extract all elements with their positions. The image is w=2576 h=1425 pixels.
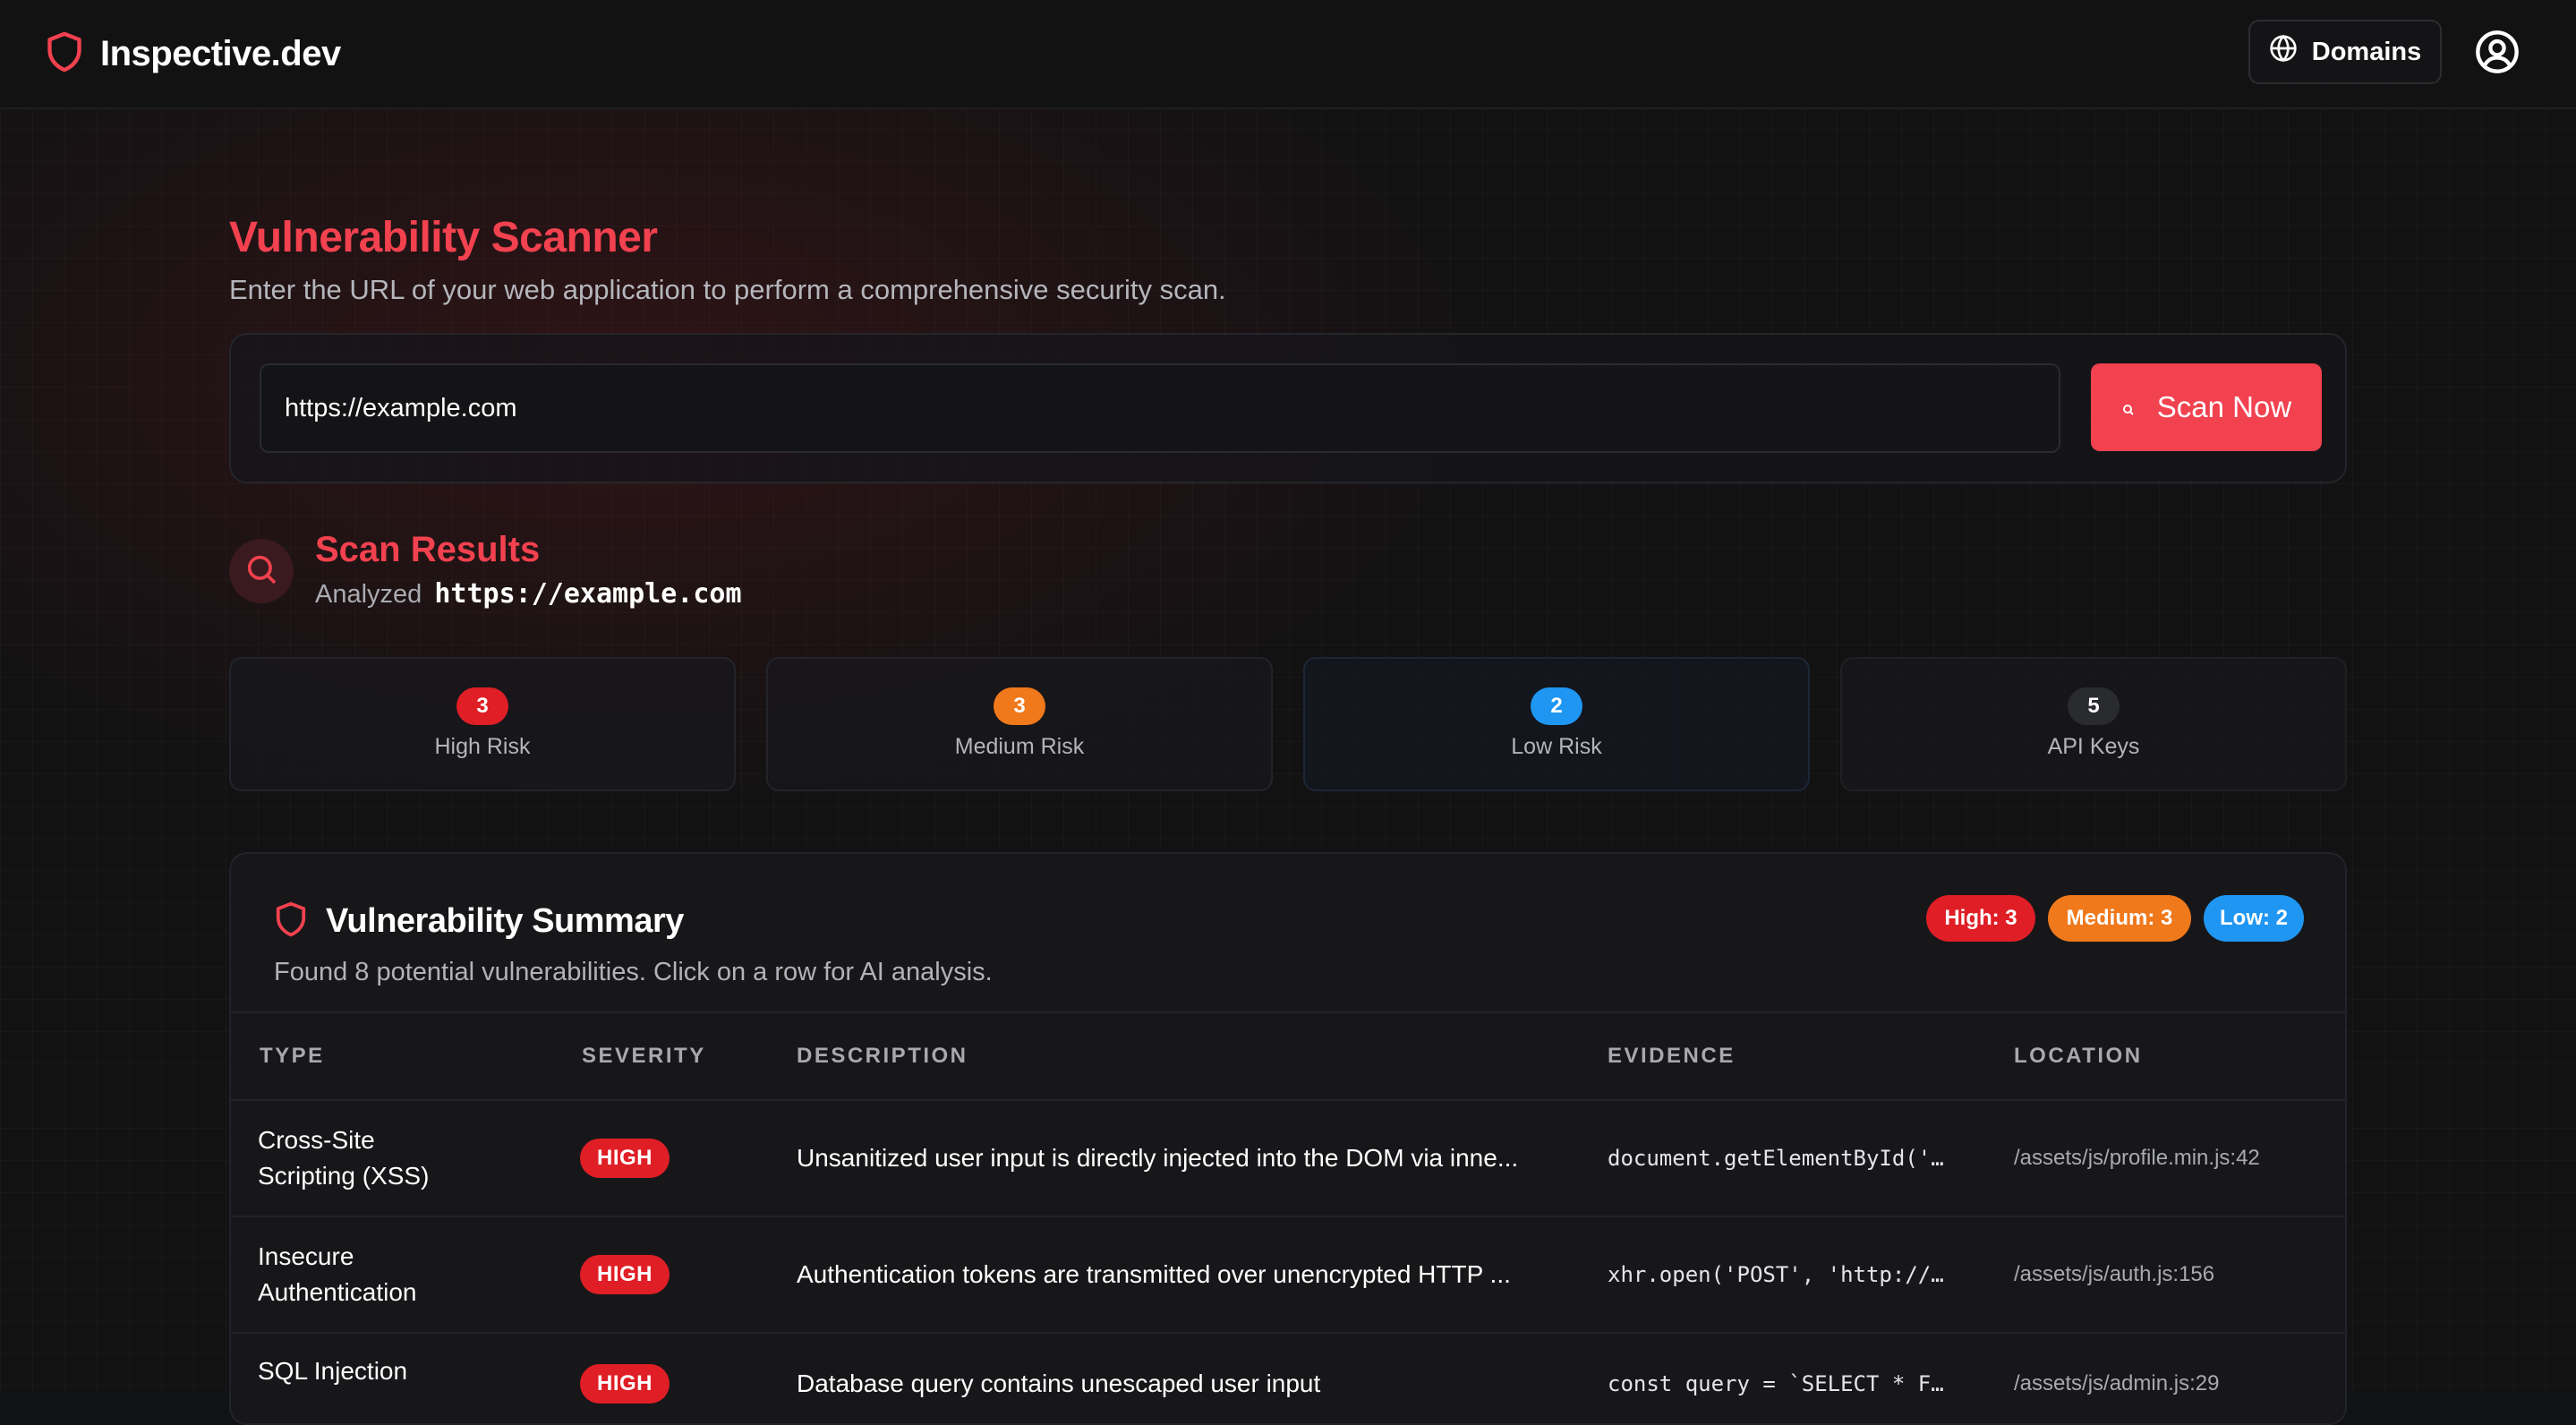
scan-now-button[interactable]: Scan Now bbox=[2091, 363, 2322, 451]
column-header-location[interactable]: LOCATION bbox=[2014, 1044, 2143, 1069]
medium-risk-count: 3 bbox=[994, 687, 1045, 725]
row-location: /assets/js/profile.min.js:42 bbox=[2014, 1146, 2260, 1170]
column-header-description[interactable]: DESCRIPTION bbox=[797, 1044, 968, 1069]
row-type-line: Insecure bbox=[258, 1242, 354, 1270]
row-type-line: Cross-Site bbox=[258, 1126, 375, 1154]
row-location: /assets/js/admin.js:29 bbox=[2014, 1371, 2220, 1395]
vulnerability-summary-card: Vulnerability Summary High: 3 Medium: 3 … bbox=[229, 852, 2347, 1425]
low-count-pill: Low: 2 bbox=[2204, 895, 2304, 942]
row-type: Insecure Authentication bbox=[258, 1239, 526, 1310]
medium-count-pill: Medium: 3 bbox=[2048, 895, 2191, 942]
table-row[interactable]: Insecure Authentication HIGH Authenticat… bbox=[231, 1216, 2345, 1332]
top-navbar: Inspective.dev Domains bbox=[0, 0, 2576, 109]
row-evidence: xhr.open('POST', 'http://… bbox=[1608, 1262, 1944, 1287]
row-description: Unsanitized user input is directly injec… bbox=[797, 1144, 1519, 1172]
low-risk-label: Low Risk bbox=[1511, 734, 1602, 759]
scan-results-title: Scan Results bbox=[315, 530, 541, 569]
table-row[interactable]: Cross-Site Scripting (XSS) HIGH Unsaniti… bbox=[231, 1099, 2345, 1216]
user-circle-icon[interactable] bbox=[2474, 29, 2521, 75]
brand[interactable]: Inspective.dev bbox=[45, 29, 341, 79]
row-type: SQL Injection bbox=[258, 1353, 526, 1389]
severity-badge: HIGH bbox=[580, 1364, 670, 1404]
column-header-evidence[interactable]: EVIDENCE bbox=[1608, 1044, 1736, 1069]
row-location: /assets/js/auth.js:156 bbox=[2014, 1262, 2215, 1286]
stat-card-low-risk[interactable]: 2 Low Risk bbox=[1303, 657, 1810, 791]
page-title: Vulnerability Scanner bbox=[229, 214, 658, 261]
analyzed-prefix: Analyzed bbox=[315, 580, 422, 609]
row-type: Cross-Site Scripting (XSS) bbox=[258, 1122, 526, 1194]
stat-card-api-keys[interactable]: 5 API Keys bbox=[1840, 657, 2347, 791]
row-description: Database query contains unescaped user i… bbox=[797, 1370, 1321, 1397]
page-subtitle: Enter the URL of your web application to… bbox=[229, 274, 1226, 305]
analyzed-line: Analyzed https://example.com bbox=[315, 578, 742, 610]
medium-risk-label: Medium Risk bbox=[954, 734, 1085, 759]
row-type-line: Scripting (XSS) bbox=[258, 1162, 430, 1190]
high-risk-label: High Risk bbox=[434, 734, 531, 759]
api-keys-label: API Keys bbox=[2047, 734, 2140, 759]
high-count-pill: High: 3 bbox=[1926, 895, 2035, 942]
search-icon bbox=[2121, 390, 2136, 424]
row-type-line: Authentication bbox=[258, 1278, 417, 1306]
row-description: Authentication tokens are transmitted ov… bbox=[797, 1260, 1511, 1288]
severity-badge: HIGH bbox=[580, 1139, 670, 1178]
summary-heading: Vulnerability Summary bbox=[274, 900, 684, 943]
column-header-severity[interactable]: SEVERITY bbox=[582, 1044, 706, 1069]
scan-now-label: Scan Now bbox=[2156, 390, 2292, 423]
domains-button[interactable]: Domains bbox=[2248, 20, 2442, 84]
stat-card-medium-risk[interactable]: 3 Medium Risk bbox=[766, 657, 1273, 791]
divider bbox=[231, 1011, 2345, 1013]
domains-label: Domains bbox=[2311, 37, 2422, 66]
summary-title: Vulnerability Summary bbox=[326, 902, 684, 940]
url-input[interactable] bbox=[260, 363, 2060, 453]
api-keys-count: 5 bbox=[2068, 687, 2120, 725]
row-evidence: const query = `SELECT * F… bbox=[1608, 1371, 1944, 1396]
scan-results-badge bbox=[229, 539, 294, 603]
row-type-line: SQL Injection bbox=[258, 1357, 408, 1385]
row-evidence: document.getElementById('… bbox=[1608, 1146, 1944, 1171]
high-risk-count: 3 bbox=[456, 687, 508, 725]
shield-icon bbox=[274, 900, 308, 943]
scan-panel: Scan Now bbox=[229, 333, 2347, 483]
brand-name: Inspective.dev bbox=[100, 33, 341, 73]
severity-badge: HIGH bbox=[580, 1255, 670, 1294]
low-risk-count: 2 bbox=[1531, 687, 1582, 725]
globe-icon bbox=[2269, 34, 2298, 70]
analyzed-url: https://example.com bbox=[434, 578, 742, 610]
column-header-type[interactable]: TYPE bbox=[260, 1044, 325, 1069]
stat-card-high-risk[interactable]: 3 High Risk bbox=[229, 657, 736, 791]
search-icon bbox=[243, 551, 279, 592]
table-row[interactable]: SQL Injection HIGH Database query contai… bbox=[231, 1332, 2345, 1423]
shield-icon bbox=[45, 30, 84, 79]
summary-subtitle: Found 8 potential vulnerabilities. Click… bbox=[274, 958, 993, 986]
